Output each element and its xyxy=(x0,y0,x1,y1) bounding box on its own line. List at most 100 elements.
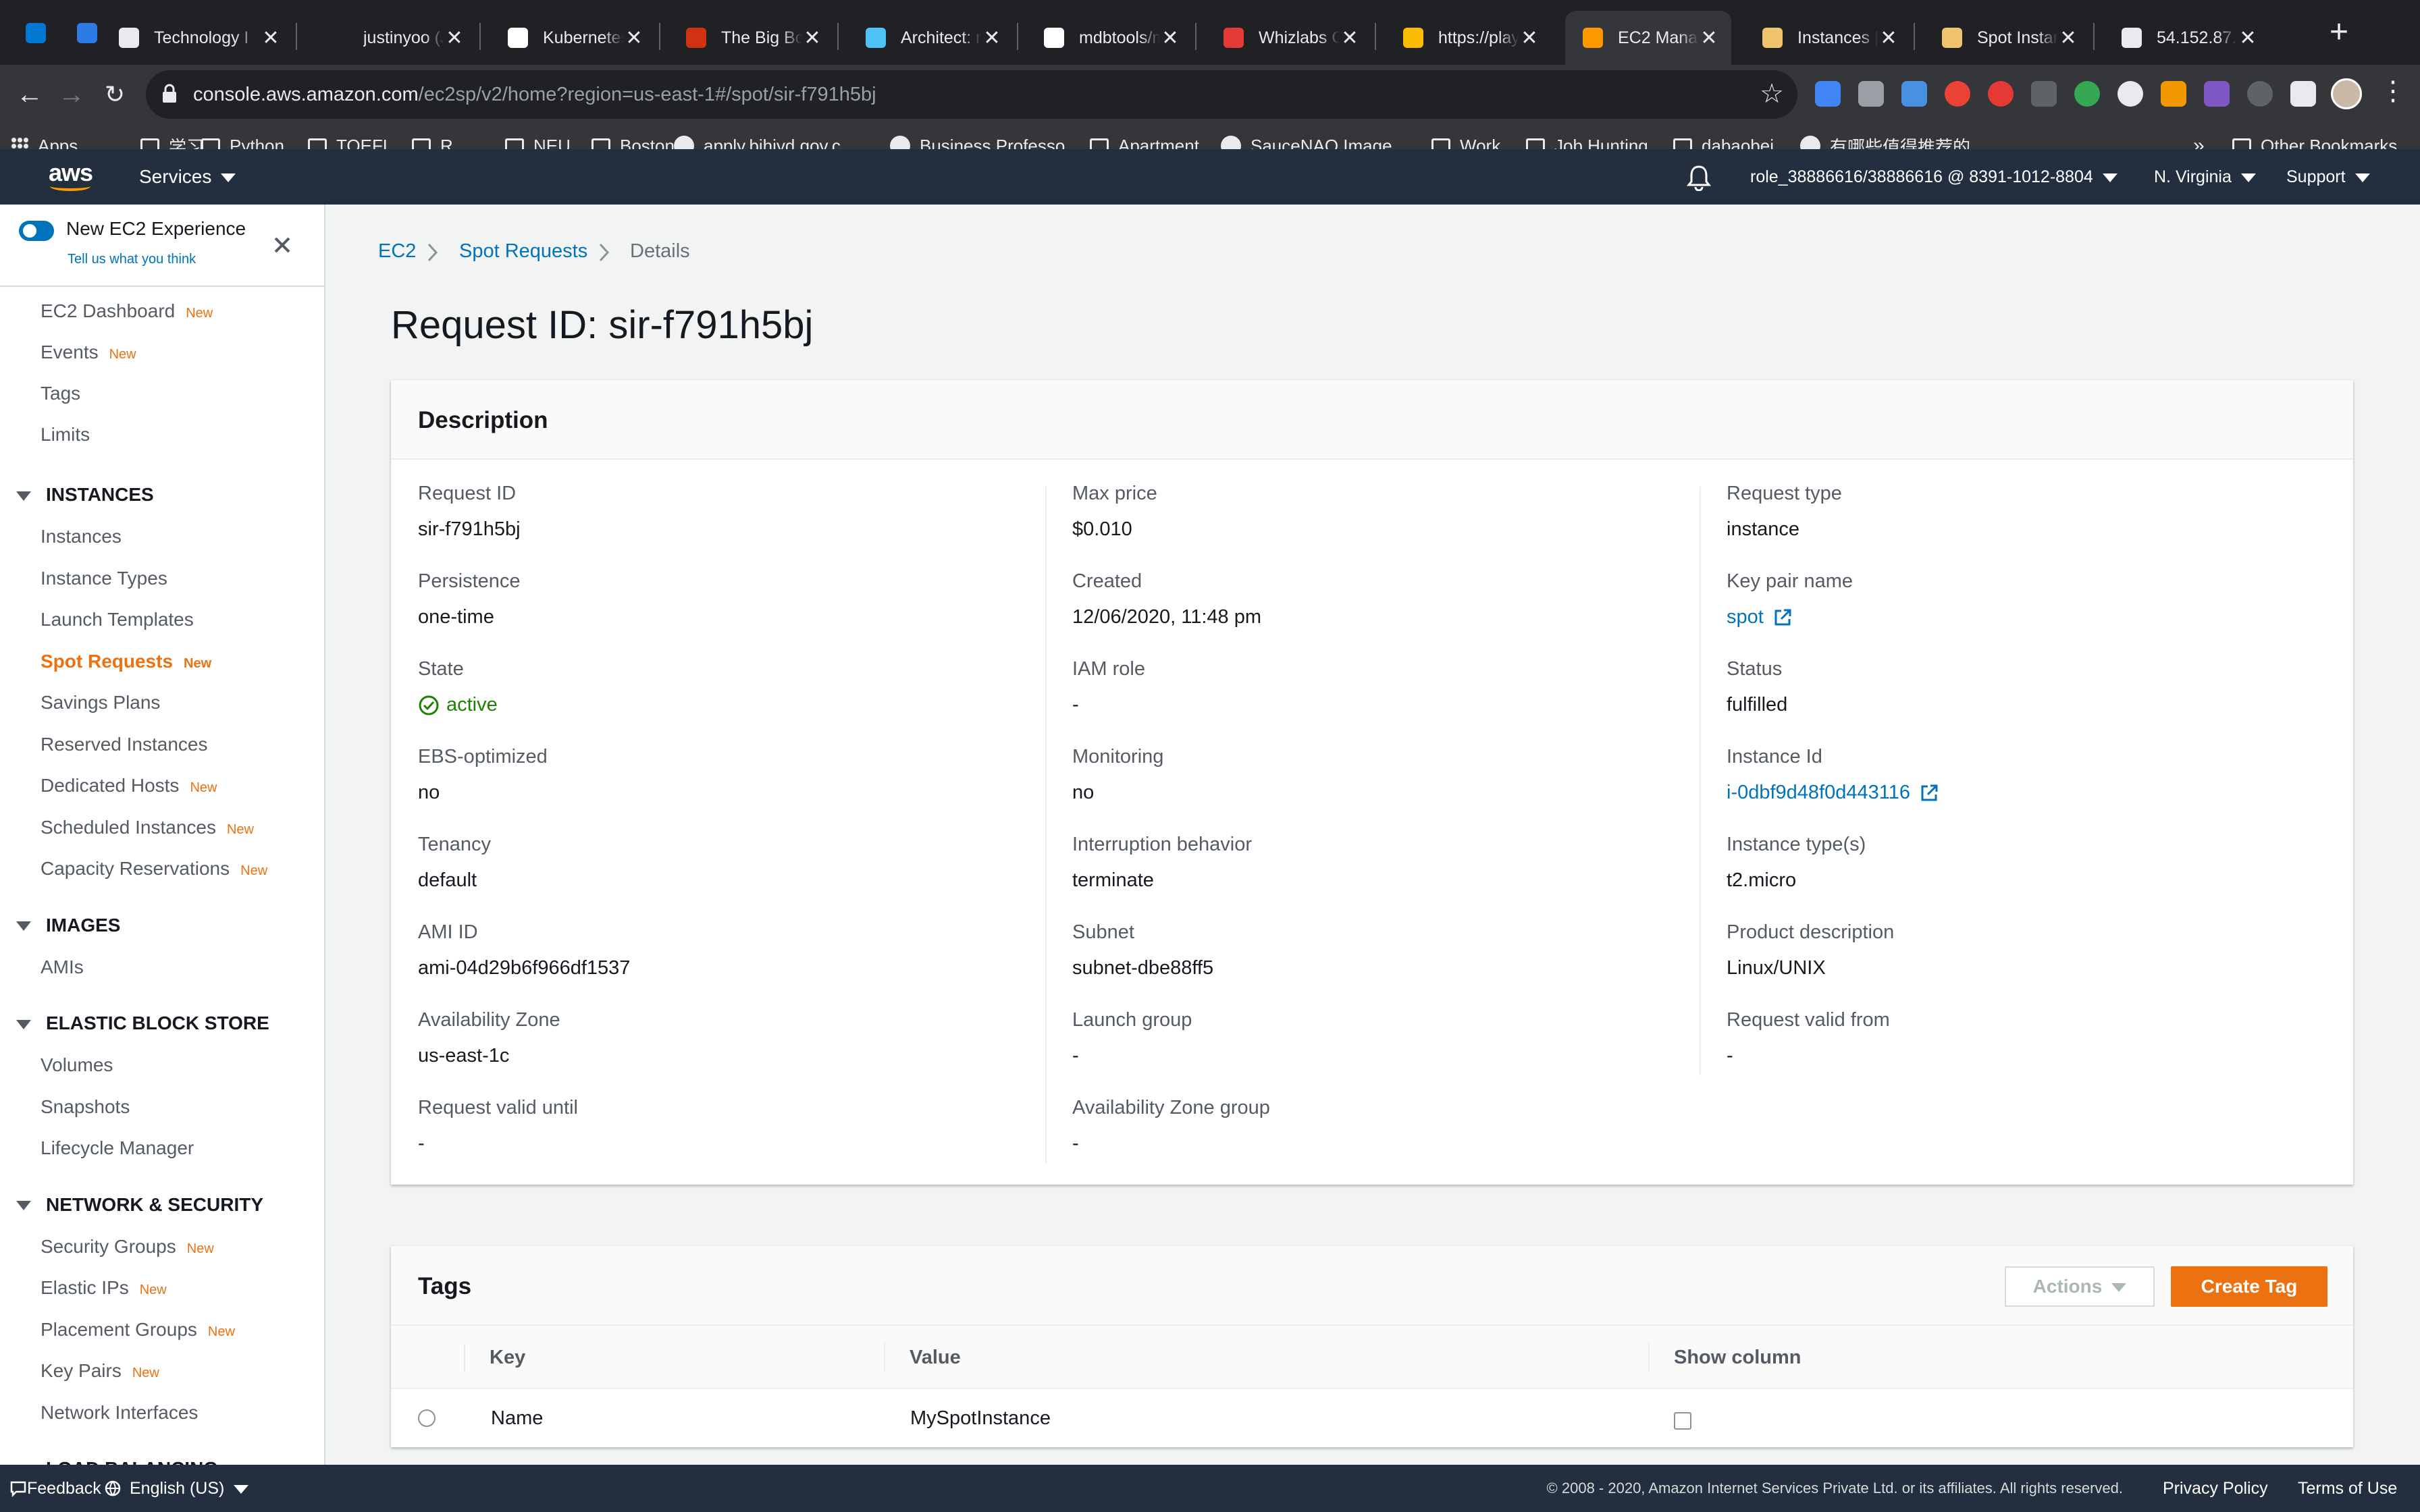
close-tab-icon[interactable]: ✕ xyxy=(1878,26,1899,50)
notifications-bell-icon[interactable] xyxy=(1687,164,1711,191)
services-menu[interactable]: Services xyxy=(139,149,236,205)
close-tab-icon[interactable]: ✕ xyxy=(444,26,465,50)
actions-button[interactable]: Actions xyxy=(2005,1266,2155,1307)
sidebar-item-tags[interactable]: Tags xyxy=(41,383,80,404)
new-experience-toggle[interactable] xyxy=(19,221,54,241)
reload-button[interactable]: ↻ xyxy=(95,74,135,115)
browser-tab[interactable]: justinyoo (Ju✕ xyxy=(311,11,477,65)
terms-of-use-link[interactable]: Terms of Use xyxy=(2298,1465,2397,1512)
field-label: Tenancy xyxy=(418,834,492,855)
info-extension-icon[interactable] xyxy=(2247,81,2273,107)
close-tab-icon[interactable]: ✕ xyxy=(1340,26,1360,50)
extension-icon[interactable] xyxy=(2074,81,2100,107)
sidebar-section-load-balancing[interactable]: LOAD BALANCING xyxy=(16,1458,218,1465)
back-button[interactable]: ← xyxy=(9,74,50,115)
create-tag-button[interactable]: Create Tag xyxy=(2171,1266,2327,1307)
close-tab-icon[interactable]: ✕ xyxy=(1160,26,1180,50)
field-value[interactable]: i-0dbf9d48f0d443116 xyxy=(1727,782,2334,804)
outlook-icon[interactable] xyxy=(26,23,46,43)
browser-tab[interactable]: Kubernetes ✕ xyxy=(490,11,656,65)
breadcrumb-spot-requests[interactable]: Spot Requests xyxy=(459,240,587,263)
extension-icon[interactable] xyxy=(2204,81,2230,107)
sidebar-item-launch-templates[interactable]: Launch Templates xyxy=(41,609,194,630)
sidebar-item-savings-plans[interactable]: Savings Plans xyxy=(41,692,160,713)
sidebar-item-amis[interactable]: AMIs xyxy=(41,956,84,978)
breadcrumb-ec2[interactable]: EC2 xyxy=(378,240,416,263)
row-select-radio[interactable] xyxy=(418,1409,436,1427)
browser-tab[interactable]: https://play. ✕ xyxy=(1386,11,1552,65)
sidebar-item-elastic-ips[interactable]: Elastic IPs New xyxy=(41,1277,167,1299)
browser-tab[interactable]: Technology I ✕ xyxy=(101,11,293,65)
field-value[interactable]: spot xyxy=(1727,606,2334,628)
browser-tab[interactable]: Architect: ra✕ xyxy=(848,11,1014,65)
language-selector[interactable]: English (US) xyxy=(130,1465,249,1512)
browser-tab[interactable]: mdbtools/md✕ xyxy=(1026,11,1192,65)
sidebar-section-network-security[interactable]: NETWORK & SECURITY xyxy=(16,1194,263,1216)
extension-icon[interactable] xyxy=(2118,81,2143,107)
extension-icon[interactable] xyxy=(1858,81,1884,107)
show-column-checkbox[interactable] xyxy=(1674,1412,1691,1430)
browser-tab[interactable]: Whizlabs On✕ xyxy=(1206,11,1372,65)
sidebar-section-instances[interactable]: INSTANCES xyxy=(16,484,154,506)
field-label: Launch group xyxy=(1072,1009,1192,1031)
sidebar-item-capacity-reservations[interactable]: Capacity Reservations New xyxy=(41,858,267,880)
feedback-link[interactable]: Feedback xyxy=(27,1465,101,1512)
field-value-text: active xyxy=(446,694,498,716)
extension-icon[interactable] xyxy=(2161,81,2186,107)
close-tab-icon[interactable]: ✕ xyxy=(624,26,644,50)
address-bar[interactable]: console.aws.amazon.com/ec2sp/v2/home?reg… xyxy=(146,70,1797,119)
close-icon[interactable] xyxy=(269,232,296,259)
sidebar-item-instance-types[interactable]: Instance Types xyxy=(41,568,167,589)
account-menu[interactable]: role_38886616/38886616 @ 8391-1012-8804 xyxy=(1750,149,2118,205)
browser-tab[interactable]: EC2 Manage✕ xyxy=(1565,11,1731,65)
browser-tab[interactable]: 54.152.87.12✕ xyxy=(2104,11,2270,65)
sidebar-item-lifecycle-manager[interactable]: Lifecycle Manager xyxy=(41,1137,194,1159)
adblock-extension-icon[interactable] xyxy=(1988,81,2014,107)
sidebar-item-events[interactable]: Events New xyxy=(41,342,136,363)
sidebar-item-network-interfaces[interactable]: Network Interfaces xyxy=(41,1402,198,1424)
sidebar-item-dedicated-hosts[interactable]: Dedicated Hosts New xyxy=(41,775,217,796)
extension-icon[interactable] xyxy=(2031,81,2057,107)
sidebar-item-snapshots[interactable]: Snapshots xyxy=(41,1096,130,1118)
sidebar-item-reserved-instances[interactable]: Reserved Instances xyxy=(41,734,207,755)
sidebar-section-images[interactable]: IMAGES xyxy=(16,915,120,936)
profile-avatar[interactable] xyxy=(2331,78,2362,109)
sidebar-item-ec2-dashboard[interactable]: EC2 Dashboard New xyxy=(41,300,213,322)
sidebar-section-elastic-block-store[interactable]: ELASTIC BLOCK STORE xyxy=(16,1013,269,1034)
close-tab-icon[interactable]: ✕ xyxy=(261,26,281,50)
privacy-policy-link[interactable]: Privacy Policy xyxy=(2163,1465,2268,1512)
calendar-extension-icon[interactable] xyxy=(1901,81,1927,107)
browser-tab[interactable]: Spot Instanc✕ xyxy=(1924,11,2090,65)
close-tab-icon[interactable]: ✕ xyxy=(802,26,822,50)
feedback-link[interactable]: Tell us what you think xyxy=(68,252,196,267)
close-tab-icon[interactable]: ✕ xyxy=(2058,26,2078,50)
browser-tab[interactable]: The Big Boo✕ xyxy=(668,11,835,65)
support-menu[interactable]: Support xyxy=(2286,149,2370,205)
app-icon[interactable] xyxy=(77,23,97,43)
sidebar-item-label: EC2 Dashboard xyxy=(41,300,176,321)
close-tab-icon[interactable]: ✕ xyxy=(982,26,1002,50)
sidebar-item-security-groups[interactable]: Security Groups New xyxy=(41,1236,214,1258)
close-tab-icon[interactable]: ✕ xyxy=(2238,26,2258,50)
new-tab-button[interactable]: + xyxy=(2320,15,2358,53)
browser-menu-icon[interactable]: ⋮ xyxy=(2379,76,2406,107)
sidebar-item-scheduled-instances[interactable]: Scheduled Instances New xyxy=(41,817,254,838)
column-header-value[interactable]: Value xyxy=(885,1326,961,1389)
bookmark-star-icon[interactable]: ☆ xyxy=(1760,78,1784,109)
region-menu[interactable]: N. Virginia xyxy=(2154,149,2256,205)
sidebar-item-key-pairs[interactable]: Key Pairs New xyxy=(41,1360,159,1382)
close-tab-icon[interactable]: ✕ xyxy=(1519,26,1540,50)
sidebar-item-spot-requests[interactable]: Spot Requests New xyxy=(41,651,211,672)
lastpass-extension-icon[interactable] xyxy=(1945,81,1970,107)
sidebar-item-placement-groups[interactable]: Placement Groups New xyxy=(41,1319,235,1341)
puzzle-extensions-icon[interactable] xyxy=(2290,81,2316,107)
close-tab-icon[interactable]: ✕ xyxy=(1699,26,1719,50)
browser-tab[interactable]: Instances | E✕ xyxy=(1745,11,1911,65)
column-header-key[interactable]: Key xyxy=(465,1326,525,1389)
sidebar-item-instances[interactable]: Instances xyxy=(41,526,122,547)
sidebar-item-volumes[interactable]: Volumes xyxy=(41,1054,113,1076)
translate-extension-icon[interactable] xyxy=(1815,81,1841,107)
aws-logo[interactable]: aws xyxy=(49,159,96,192)
forward-button[interactable]: → xyxy=(51,74,92,115)
sidebar-item-limits[interactable]: Limits xyxy=(41,424,90,446)
